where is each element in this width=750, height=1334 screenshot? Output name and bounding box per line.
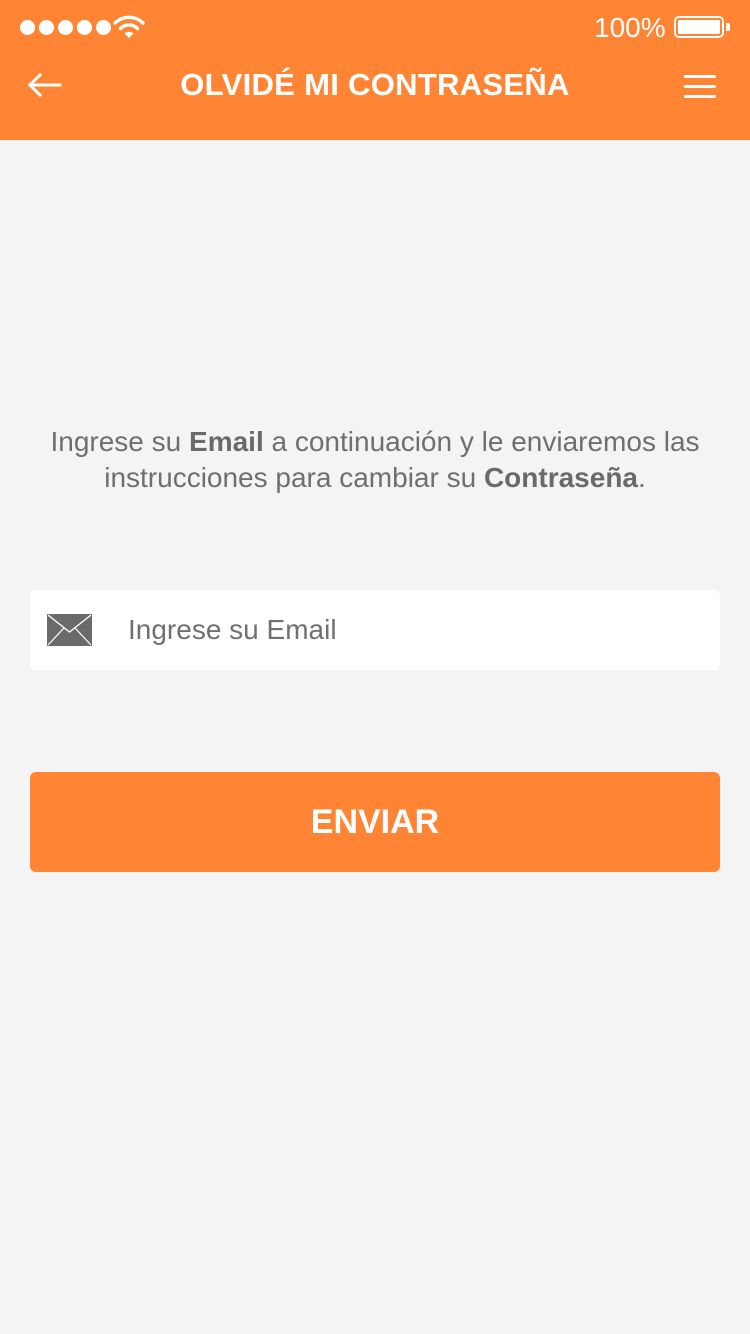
hamburger-line <box>684 85 716 88</box>
wifi-icon <box>113 15 145 38</box>
signal-strength-icon <box>20 20 111 35</box>
instructions-text: Ingrese su Email a continuación y le env… <box>40 424 710 496</box>
battery-icon <box>674 16 724 38</box>
menu-button[interactable] <box>680 70 720 104</box>
battery-percentage: 100% <box>594 12 666 43</box>
instructions-bold-email: Email <box>189 426 264 457</box>
page-title: OLVIDÉ MI CONTRASEÑA <box>180 67 570 102</box>
instructions-bold-password: Contraseña <box>483 462 638 493</box>
app-header: 100% OLVIDÉ MI CONTRASEÑA <box>0 0 750 140</box>
instructions-part: Ingrese su <box>50 426 190 457</box>
instructions-part: . <box>638 462 646 493</box>
hamburger-line <box>684 95 716 98</box>
email-placeholder: Ingrese su Email <box>128 614 337 645</box>
email-field[interactable]: Ingrese su Email <box>30 590 720 670</box>
hamburger-menu-icon <box>684 75 716 78</box>
battery-tip <box>726 23 730 31</box>
send-button[interactable]: ENVIAR <box>30 772 720 872</box>
envelope-icon <box>47 614 92 646</box>
